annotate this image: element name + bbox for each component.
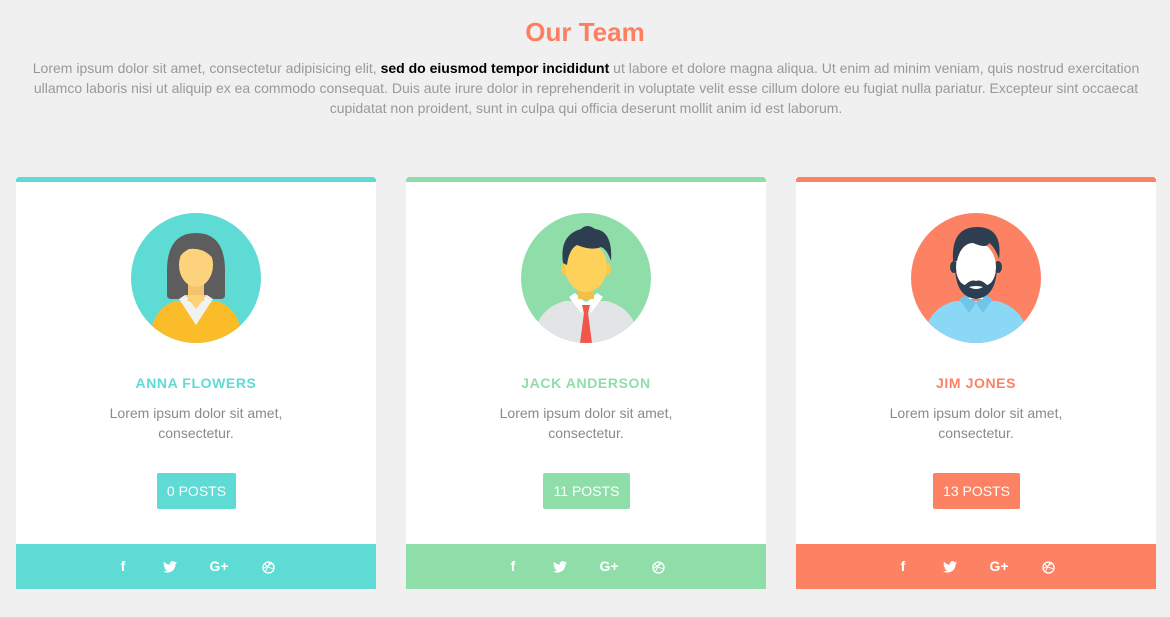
member-description: Lorem ipsum dolor sit amet, consectetur. (889, 405, 1063, 441)
bearded-man-avatar-icon (911, 213, 1041, 343)
member-description: Lorem ipsum dolor sit amet, consectetur. (109, 405, 283, 441)
member-name: JIM JONES (935, 375, 1017, 391)
facebook-icon[interactable]: f (116, 544, 130, 589)
intro-text-start: Lorem ipsum dolor sit amet, consectetur … (32, 60, 381, 76)
team-card-anna-flowers: ANNA FLOWERS Lorem ipsum dolor sit amet,… (16, 177, 376, 589)
facebook-icon[interactable]: f (896, 544, 910, 589)
intro-text-bold: sed do eiusmod tempor incididunt (380, 60, 610, 76)
social-bar: f G+ (796, 544, 1156, 589)
card-accent-bar (406, 177, 766, 182)
member-description: Lorem ipsum dolor sit amet, consectetur. (499, 405, 673, 441)
page-title: Our Team (525, 17, 645, 47)
team-card-jack-anderson: JACK ANDERSON Lorem ipsum dolor sit amet… (406, 177, 766, 589)
member-name: JACK ANDERSON (521, 375, 651, 391)
social-bar: f G+ (16, 544, 376, 589)
member-name: ANNA FLOWERS (135, 375, 257, 391)
posts-button[interactable]: 0 POSTS (157, 473, 236, 509)
man-with-tie-avatar-icon (521, 213, 651, 343)
facebook-icon[interactable]: f (506, 544, 520, 589)
twitter-icon[interactable] (940, 544, 960, 589)
team-card-jim-jones: JIM JONES Lorem ipsum dolor sit amet, co… (796, 177, 1156, 589)
twitter-icon[interactable] (550, 544, 570, 589)
twitter-icon[interactable] (160, 544, 180, 589)
card-accent-bar (796, 177, 1156, 182)
dribbble-icon[interactable] (1039, 544, 1057, 589)
googleplus-icon[interactable]: G+ (987, 544, 1011, 589)
woman-avatar-icon (131, 213, 261, 343)
dribbble-icon[interactable] (649, 544, 667, 589)
dribbble-icon[interactable] (259, 544, 277, 589)
googleplus-icon[interactable]: G+ (207, 544, 231, 589)
posts-button[interactable]: 11 POSTS (543, 473, 630, 509)
intro-text: Lorem ipsum dolor sit amet, consectetur … (16, 58, 1156, 118)
social-bar: f G+ (406, 544, 766, 589)
googleplus-icon[interactable]: G+ (597, 544, 621, 589)
posts-button[interactable]: 13 POSTS (933, 473, 1020, 509)
card-accent-bar (16, 177, 376, 182)
